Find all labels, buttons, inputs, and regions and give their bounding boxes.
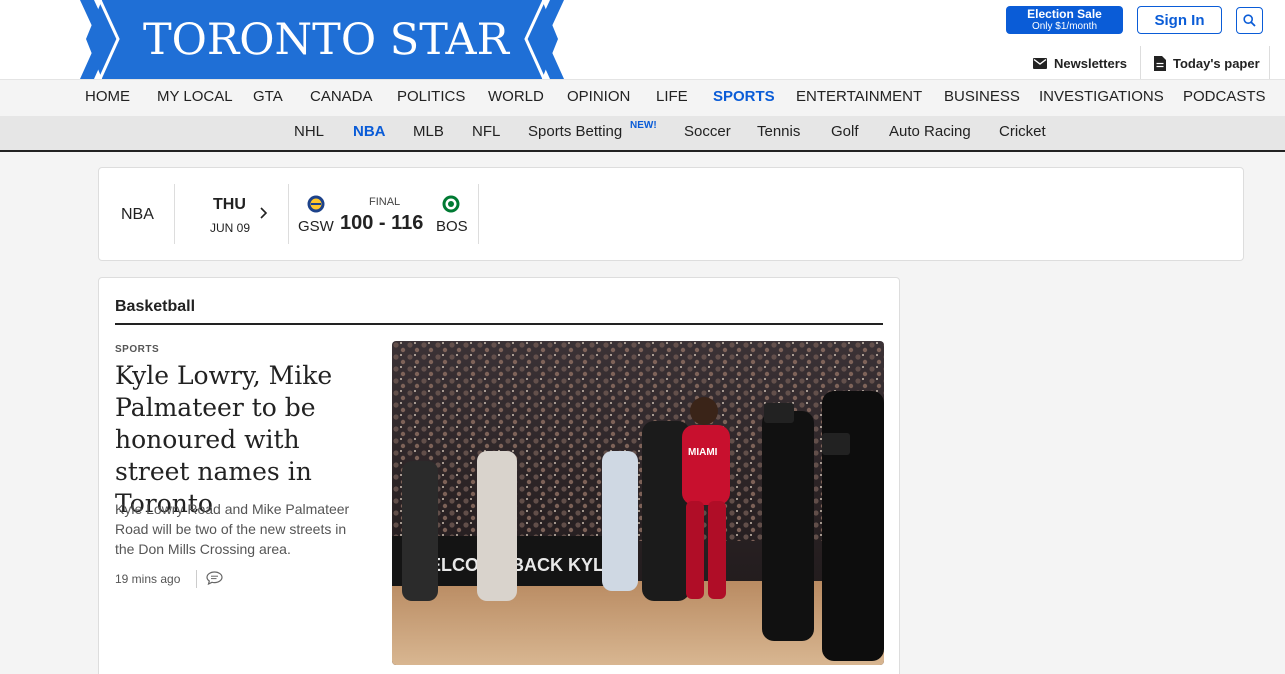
subnav-mlb[interactable]: MLB	[413, 123, 444, 140]
nav-investigations[interactable]: INVESTIGATIONS	[1039, 88, 1164, 105]
utility-divider	[1140, 46, 1141, 80]
nav-canada[interactable]: CANADA	[310, 88, 373, 105]
envelope-icon	[1033, 57, 1047, 69]
logo-text: TORONTO STAR	[142, 14, 509, 65]
subnav-nhl[interactable]: NHL	[294, 123, 324, 140]
nav-sports[interactable]: SPORTS	[713, 88, 775, 105]
article-summary: Kyle Lowry Road and Mike Palmateer Road …	[115, 501, 350, 557]
election-sale-title: Election Sale	[1027, 7, 1102, 21]
site-header: TORONTO STAR Election Sale Only $1/month…	[0, 0, 1285, 80]
jersey-text: MIAMI	[688, 447, 718, 458]
newsletters-link[interactable]: Newsletters	[1033, 52, 1127, 74]
subnav-nfl[interactable]: NFL	[472, 123, 500, 140]
election-sale-button[interactable]: Election Sale Only $1/month	[1006, 6, 1123, 34]
main-navigation: HOME MY LOCAL GTA CANADA POLITICS WORLD …	[0, 79, 1285, 116]
chevron-right-icon[interactable]	[259, 206, 268, 220]
celtics-logo-icon	[442, 195, 460, 213]
toronto-star-logo[interactable]: TORONTO STAR	[72, 0, 572, 79]
scoreboard-date: JUN 09	[210, 221, 251, 235]
article-kicker[interactable]: SPORTS	[115, 344, 159, 355]
article-headline[interactable]: Kyle Lowry, Mike Palmateer to be honoure…	[115, 360, 375, 520]
comment-icon[interactable]	[206, 571, 223, 585]
game-score: 100 - 116	[340, 212, 424, 234]
search-button[interactable]	[1236, 7, 1263, 34]
article-photo[interactable]: WELCOME BACK KYLE MIAMI	[392, 341, 884, 665]
meta-divider	[196, 570, 197, 588]
warriors-logo-icon	[307, 195, 325, 213]
nav-politics[interactable]: POLITICS	[397, 88, 465, 105]
away-team: GSW	[298, 218, 334, 235]
section-title[interactable]: Basketball	[115, 298, 195, 316]
election-sale-price: Only $1/month	[1031, 21, 1098, 32]
nav-opinion[interactable]: OPINION	[567, 88, 630, 105]
document-icon	[1154, 55, 1166, 71]
scoreboard: NBA THU JUN 09 FINAL GSW 100 - 116 BOS	[98, 167, 1244, 261]
home-team: BOS	[436, 218, 468, 235]
scoreboard-divider	[174, 184, 175, 244]
nav-podcasts[interactable]: PODCASTS	[1183, 88, 1266, 105]
newsletters-label: Newsletters	[1054, 55, 1127, 71]
scoreboard-day: THU	[213, 196, 246, 213]
new-badge: NEW!	[630, 120, 657, 131]
subnav-golf[interactable]: Golf	[831, 123, 859, 140]
subnav-soccer[interactable]: Soccer	[684, 123, 731, 140]
todays-paper-link[interactable]: Today's paper	[1154, 52, 1260, 74]
utility-border	[1269, 46, 1270, 80]
sports-sub-navigation: NHL NBA MLB NFL Sports Betting NEW! Socc…	[0, 116, 1285, 152]
subnav-nba[interactable]: NBA	[353, 123, 386, 140]
game-status: FINAL	[369, 196, 401, 208]
nav-gta[interactable]: GTA	[253, 88, 283, 105]
nav-world[interactable]: WORLD	[488, 88, 544, 105]
subnav-auto-racing[interactable]: Auto Racing	[889, 123, 971, 140]
nav-home[interactable]: HOME	[85, 88, 130, 105]
kyle-lowry-arena-photo: WELCOME BACK KYLE MIAMI	[392, 341, 884, 665]
subnav-tennis[interactable]: Tennis	[757, 123, 800, 140]
nav-my-local[interactable]: MY LOCAL	[157, 88, 233, 105]
scoreboard-divider	[288, 184, 289, 244]
nav-business[interactable]: BUSINESS	[944, 88, 1020, 105]
sign-in-button[interactable]: Sign In	[1137, 6, 1222, 34]
basketball-section-card: Basketball SPORTS Kyle Lowry, Mike Palma…	[98, 277, 900, 674]
scoreboard-league[interactable]: NBA	[121, 206, 154, 224]
section-rule	[115, 323, 883, 325]
nav-entertainment[interactable]: ENTERTAINMENT	[796, 88, 922, 105]
subnav-cricket[interactable]: Cricket	[999, 123, 1046, 140]
subnav-sports-betting[interactable]: Sports Betting	[528, 123, 622, 140]
todays-paper-label: Today's paper	[1173, 55, 1260, 71]
nav-life[interactable]: LIFE	[656, 88, 688, 105]
article-timestamp: 19 mins ago	[115, 572, 181, 586]
search-icon	[1243, 14, 1256, 27]
scoreboard-divider	[478, 184, 479, 244]
